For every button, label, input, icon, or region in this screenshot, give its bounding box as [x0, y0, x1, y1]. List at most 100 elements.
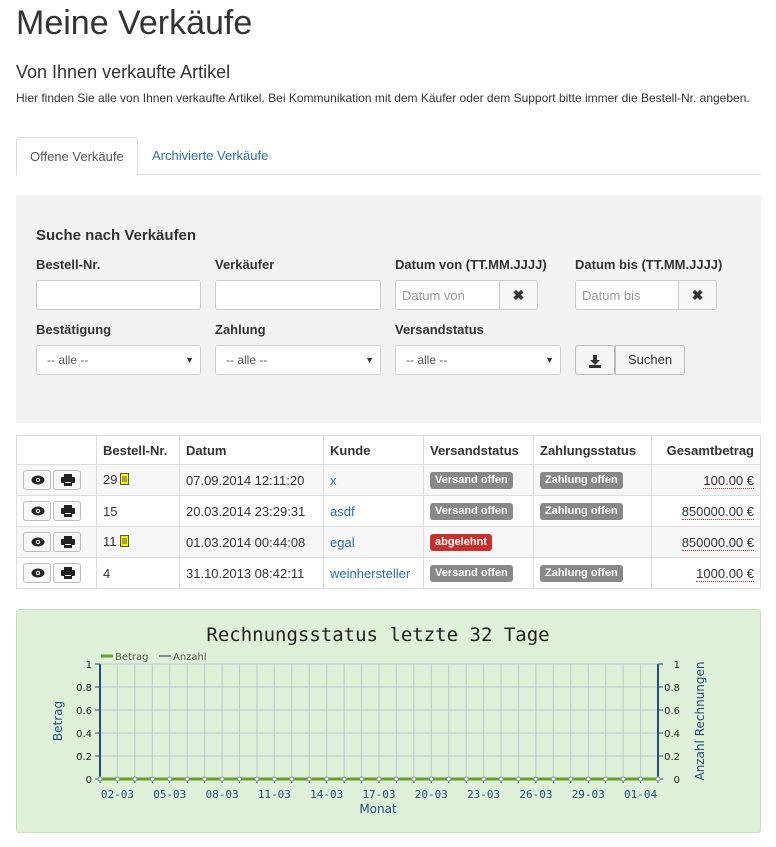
tab-bar: Offene Verkäufe Archivierte Verkäufe: [16, 137, 761, 176]
y2-tick-label: 0.4: [664, 729, 680, 740]
times-icon: ✖: [691, 287, 704, 303]
row-actions: [16, 495, 97, 527]
order-no-cell: 15: [96, 495, 180, 527]
chart-panel: Rechnungsstatus letzte 32 Tage Betrag Anza…: [16, 609, 761, 833]
table-row: 15 20.03.2014 23:29:31 asdf Versand offen Za…: [16, 495, 761, 527]
customer-link[interactable]: weinhersteller: [330, 566, 410, 581]
shipping-status-cell: Versand offen: [423, 557, 534, 589]
confirmation-select-value: -- alle --: [47, 353, 89, 367]
col-date: Datum: [179, 435, 324, 465]
y-tick-label: 0.2: [76, 752, 92, 763]
x-tick-label: 05-03: [153, 788, 186, 801]
x-tick-label: 20-03: [415, 788, 448, 801]
order-no-input[interactable]: [36, 280, 201, 310]
data-point-anzahl: [481, 776, 487, 782]
data-point-anzahl: [516, 776, 521, 782]
customer-cell: asdf: [323, 495, 424, 527]
view-button[interactable]: [23, 563, 51, 583]
total-cell: 1000.00 €: [651, 557, 761, 589]
caret-down-icon: ▼: [365, 355, 374, 365]
tab-open-sales[interactable]: Offene Verkäufe: [16, 137, 138, 176]
print-button[interactable]: [53, 563, 81, 583]
shipping-status-badge: abgelehnt: [430, 534, 492, 551]
download-button[interactable]: [575, 345, 615, 375]
data-point-anzahl: [132, 776, 138, 782]
order-no: 15: [103, 503, 118, 519]
payment-select[interactable]: -- alle -- ▼: [215, 345, 381, 375]
data-point-anzahl: [585, 776, 591, 782]
note-icon[interactable]: [119, 535, 129, 550]
order-no-label: Bestell-Nr.: [36, 257, 101, 272]
col-customer: Kunde: [323, 435, 424, 465]
shipping-status-badge: Versand offen: [430, 503, 513, 520]
y2-tick-label: 0: [674, 775, 680, 786]
total-amount[interactable]: 850000.00 €: [681, 534, 754, 551]
print-button[interactable]: [53, 501, 81, 521]
payment-status-cell: Zahlung offen: [533, 464, 652, 496]
shipping-select[interactable]: -- alle -- ▼: [395, 345, 561, 375]
shipping-status-cell: Versand offen: [423, 495, 534, 527]
print-button[interactable]: [53, 470, 81, 490]
page: Meine Verkäufe Von Ihnen verkaufte Artik…: [0, 0, 776, 847]
caret-down-icon: ▼: [185, 355, 194, 365]
y2-tick-label: 0.2: [664, 752, 680, 763]
data-point-anzahl: [271, 776, 277, 782]
total-amount[interactable]: 850000.00 €: [681, 503, 754, 520]
date-from-input[interactable]: [395, 280, 500, 310]
seller-input[interactable]: [215, 280, 381, 310]
data-point-anzahl: [498, 776, 504, 782]
x-tick-label: 01-04: [624, 788, 657, 801]
total-cell: 850000.00 €: [651, 526, 761, 558]
customer-cell: egal: [323, 526, 424, 558]
data-point-anzahl: [341, 776, 347, 782]
confirmation-select[interactable]: -- alle -- ▼: [36, 345, 201, 375]
customer-link[interactable]: asdf: [330, 504, 355, 519]
data-point-anzahl: [202, 776, 208, 782]
y-tick-label: 0: [86, 775, 92, 786]
tab-archived-sales[interactable]: Archivierte Verkäufe: [139, 137, 281, 175]
payment-status-badge: Zahlung offen: [540, 503, 623, 520]
x-tick-label: 23-03: [467, 788, 500, 801]
order-no: 11: [103, 533, 117, 549]
data-point-anzahl: [167, 776, 173, 782]
x-axis-label: Monat: [359, 802, 397, 816]
customer-link[interactable]: x: [330, 473, 337, 488]
date-from-clear-button[interactable]: ✖: [499, 280, 538, 310]
date-from-label: Datum von (TT.MM.JJJJ): [395, 257, 547, 272]
table-row: 11 01.03.2014 00:44:08 egal abgelehnt 850000…: [16, 526, 761, 558]
print-button[interactable]: [53, 532, 81, 552]
search-panel: Suche nach Verkäufen Bestell-Nr. Verkäuf…: [16, 195, 761, 423]
data-point-anzahl: [219, 776, 225, 782]
date-to-clear-button[interactable]: ✖: [678, 280, 717, 310]
total-cell: 850000.00 €: [651, 495, 761, 527]
y-tick-label: 0.4: [76, 729, 92, 740]
table-row: 4 31.10.2013 08:42:11 weinhersteller Versan…: [16, 557, 761, 589]
view-button[interactable]: [23, 532, 51, 552]
intro-text: Hier finden Sie alle von Ihnen verkaufte…: [16, 91, 750, 105]
order-no-cell: 11: [96, 526, 180, 558]
shipping-status-badge: Versand offen: [430, 565, 513, 582]
x-tick-label: 14-03: [310, 788, 343, 801]
row-actions: [16, 464, 97, 496]
total-amount[interactable]: 1000.00 €: [696, 565, 754, 582]
data-point-anzahl: [324, 776, 330, 782]
page-subtitle: Von Ihnen verkaufte Artikel: [16, 62, 231, 82]
date-cell: 20.03.2014 23:29:31: [179, 495, 324, 527]
view-button[interactable]: [23, 501, 51, 521]
download-icon: [589, 354, 601, 368]
date-to-input[interactable]: [575, 280, 679, 310]
date-to-label: Datum bis (TT.MM.JJJJ): [575, 257, 723, 272]
note-icon[interactable]: [120, 473, 130, 488]
data-point-anzahl: [533, 776, 539, 782]
row-actions: [16, 526, 97, 558]
table-header-row: Bestell-Nr. Datum Kunde Versandstatus Za…: [16, 435, 761, 465]
customer-link[interactable]: egal: [330, 535, 355, 550]
data-point-anzahl: [655, 776, 661, 782]
data-point-anzahl: [359, 776, 365, 782]
total-amount[interactable]: 100.00 €: [703, 472, 754, 489]
col-actions: [16, 435, 97, 465]
view-button[interactable]: [23, 470, 51, 490]
data-point-anzahl: [306, 776, 312, 782]
order-no-cell: 29: [96, 464, 180, 496]
search-button[interactable]: Suchen: [615, 345, 685, 375]
